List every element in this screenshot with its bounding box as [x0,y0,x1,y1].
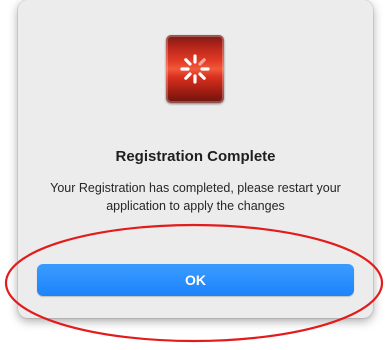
dialog-message: Your Registration has completed, please … [50,181,341,213]
dialog-title: Registration Complete [115,148,276,165]
screenshot-stage: Registration Complete Your Registration … [0,0,389,350]
spinner-app-icon [166,35,224,103]
registration-dialog: Registration Complete Your Registration … [18,0,373,318]
ok-button[interactable]: OK [37,264,354,296]
